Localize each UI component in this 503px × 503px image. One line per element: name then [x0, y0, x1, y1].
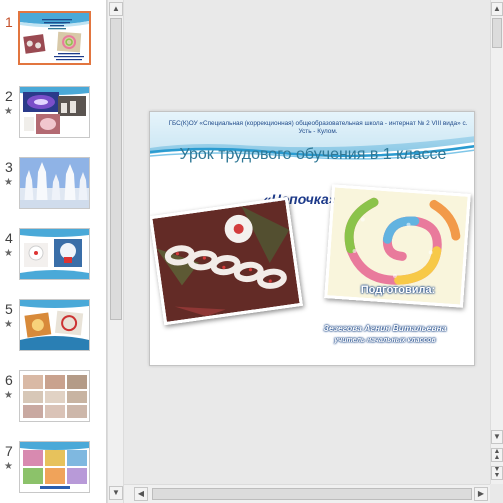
slide-number: 7 — [5, 443, 13, 459]
animation-star-icon: ★ — [4, 177, 13, 188]
slide-number: 6 — [5, 372, 13, 388]
scroll-up-arrow-icon[interactable]: ▲ — [491, 2, 503, 16]
slide-thumbnail-2[interactable] — [19, 86, 90, 138]
thumbnail-row-6[interactable]: 6 ★ — [0, 370, 106, 432]
author-role: учитель начальных классов — [334, 337, 436, 344]
animation-star-icon: ★ — [4, 248, 13, 259]
slide-number: 1 — [5, 14, 13, 30]
scroll-left-arrow-icon[interactable]: ◀ — [134, 487, 148, 501]
lesson-title: Урок трудового обучения в 1 классе — [179, 146, 447, 163]
main-horizontal-scrollbar[interactable]: ◀ ▶ — [124, 484, 490, 503]
slide-thumbnail-3[interactable] — [19, 157, 90, 209]
slide-canvas[interactable]: ГБС(К)ОУ «Специальная (коррекционная) об… — [149, 111, 475, 366]
thumbnail-row-2[interactable]: 2 ★ — [0, 86, 106, 148]
scrollbar-thumb[interactable] — [110, 18, 122, 320]
thumbnail-row-4[interactable]: 4 ★ — [0, 228, 106, 290]
thumbnail-row-7[interactable]: 7 ★ — [0, 441, 106, 503]
slide-thumbnail-7[interactable] — [19, 441, 90, 493]
thumbnail-row-5[interactable]: 5 ★ — [0, 299, 106, 361]
animation-star-icon: ★ — [4, 106, 13, 117]
slide-thumbnail-pane[interactable]: 1 2 ★ 3 ★ 4 ★ 5 ★ 6 ★ 7 ★ — [0, 0, 107, 503]
slide-number: 4 — [5, 230, 13, 246]
next-slide-icon[interactable]: ▼ ▼ — [491, 466, 503, 480]
prepared-by-label: Подготовила: — [360, 284, 436, 296]
previous-slide-icon[interactable]: ▲ ▲ — [491, 448, 503, 462]
thumbnail-row-3[interactable]: 3 ★ — [0, 157, 106, 219]
author-name: Зезегова Агния Витальевна — [323, 323, 447, 333]
scrollbar-thumb[interactable] — [492, 18, 502, 48]
presentation-editor: 1 2 ★ 3 ★ 4 ★ 5 ★ 6 ★ 7 ★ ▲ ▼ ▲ ▼ ▲ ▲ ▼ … — [0, 0, 503, 503]
scroll-down-arrow-icon[interactable]: ▼ — [109, 486, 123, 500]
paper-chain-tree-photo — [150, 196, 303, 326]
scrollbar-thumb[interactable] — [152, 488, 472, 500]
school-name: ГБС(К)ОУ «Специальная (коррекционная) об… — [168, 120, 468, 135]
animation-star-icon: ★ — [4, 390, 13, 401]
slide-thumbnail-1[interactable] — [18, 11, 91, 65]
scroll-down-arrow-icon[interactable]: ▼ — [491, 430, 503, 444]
thumbnail-scrollbar[interactable]: ▲ ▼ — [107, 0, 124, 503]
slide-number: 2 — [5, 88, 13, 104]
scroll-up-arrow-icon[interactable]: ▲ — [109, 2, 123, 16]
thumbnail-row-1[interactable]: 1 — [0, 11, 106, 74]
slide-number: 3 — [5, 159, 13, 175]
animation-star-icon: ★ — [4, 461, 13, 472]
main-vertical-scrollbar[interactable]: ▲ ▼ ▲ ▲ ▼ ▼ — [490, 0, 503, 484]
slide-thumbnail-4[interactable] — [19, 228, 90, 280]
slide-number: 5 — [5, 301, 13, 317]
animation-star-icon: ★ — [4, 319, 13, 330]
slide-thumbnail-6[interactable] — [19, 370, 90, 422]
scroll-right-arrow-icon[interactable]: ▶ — [474, 487, 488, 501]
slide-thumbnail-5[interactable] — [19, 299, 90, 351]
